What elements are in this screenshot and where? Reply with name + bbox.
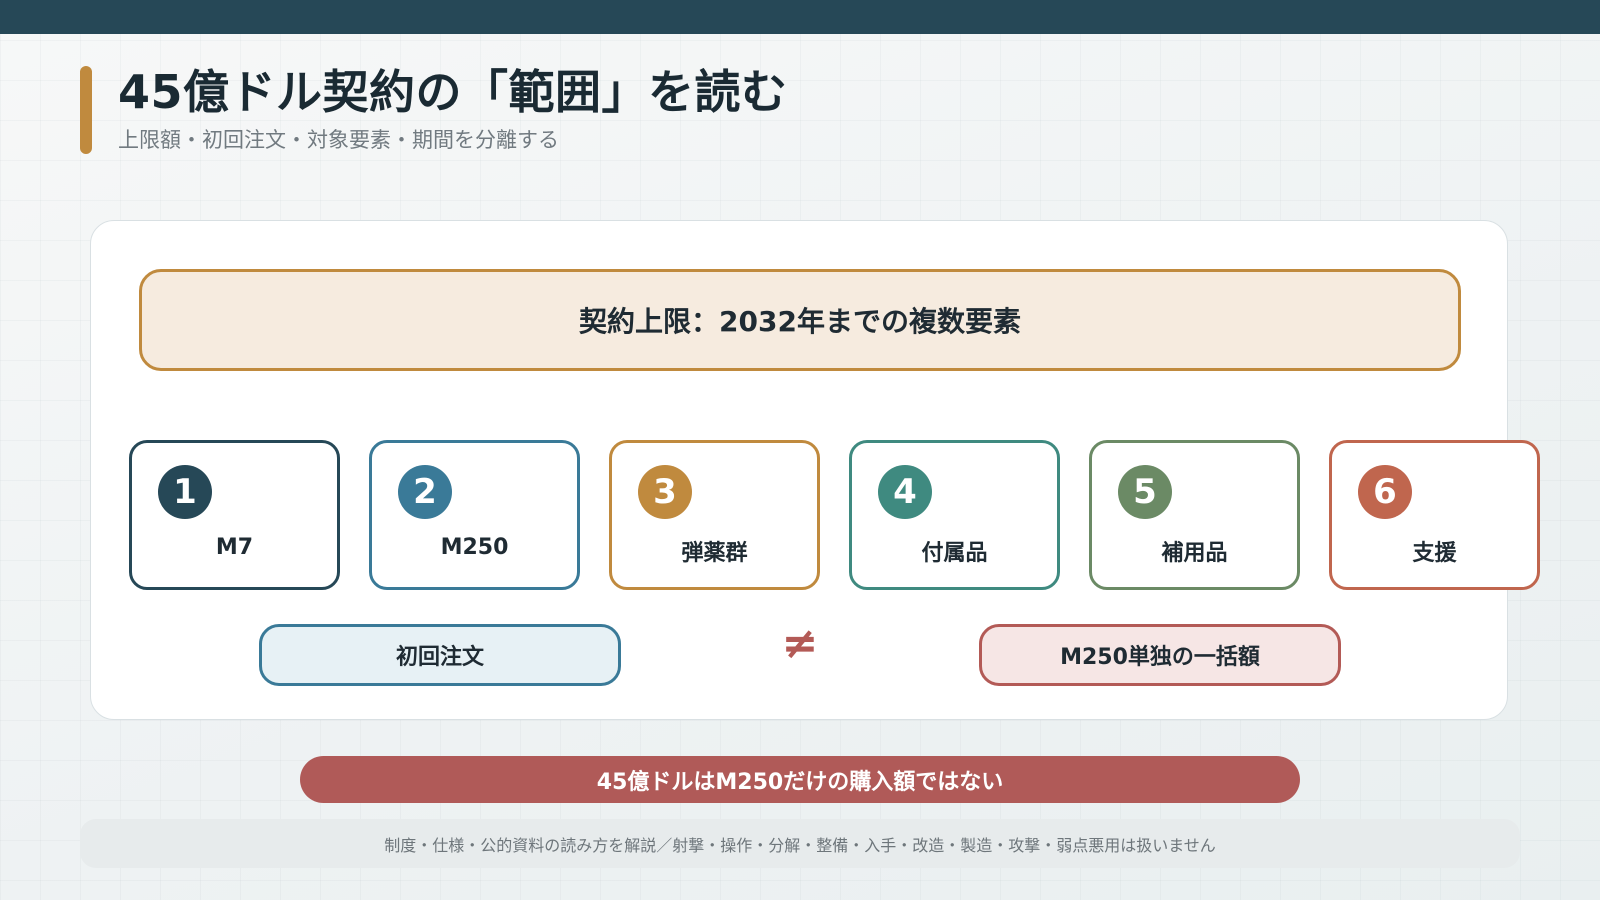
element-label: 付属品 bbox=[921, 541, 988, 566]
not-equal-icon: ≠ bbox=[781, 618, 819, 669]
element-label: 支援 bbox=[1412, 541, 1457, 566]
element-card-m250: 2 M250 bbox=[369, 440, 580, 590]
element-number-badge: 1 bbox=[158, 465, 212, 519]
m250-lump-sum-pill: M250単独の一括額 bbox=[979, 624, 1341, 686]
element-card-m7: 1 M7 bbox=[129, 440, 340, 590]
page-subtitle: 上限額・初回注文・対象要素・期間を分離する bbox=[118, 128, 559, 152]
element-number-badge: 5 bbox=[1118, 465, 1172, 519]
top-bar bbox=[0, 0, 1600, 34]
element-number-badge: 3 bbox=[638, 465, 692, 519]
element-label: M7 bbox=[215, 535, 254, 560]
title-accent-bar bbox=[80, 66, 92, 154]
element-card-spare-parts: 5 補用品 bbox=[1089, 440, 1300, 590]
element-number-badge: 4 bbox=[878, 465, 932, 519]
page-title: 45億ドル契約の「範囲」を読む bbox=[118, 65, 788, 119]
element-label: M250 bbox=[440, 535, 509, 560]
element-card-ammunition: 3 弾薬群 bbox=[609, 440, 820, 590]
footer-disclaimer: 制度・仕様・公的資料の読み方を解説／射撃・操作・分解・整備・入手・改造・製造・攻… bbox=[80, 819, 1520, 868]
conclusion-banner: 45億ドルはM250だけの購入額ではない bbox=[300, 756, 1300, 803]
element-label: 弾薬群 bbox=[681, 541, 748, 566]
initial-order-pill: 初回注文 bbox=[259, 624, 621, 686]
element-card-support: 6 支援 bbox=[1329, 440, 1540, 590]
contract-ceiling-box: 契約上限：2032年までの複数要素 bbox=[139, 269, 1461, 371]
element-label: 補用品 bbox=[1161, 541, 1228, 566]
element-number-badge: 6 bbox=[1358, 465, 1412, 519]
element-number-badge: 2 bbox=[398, 465, 452, 519]
element-card-accessories: 4 付属品 bbox=[849, 440, 1060, 590]
